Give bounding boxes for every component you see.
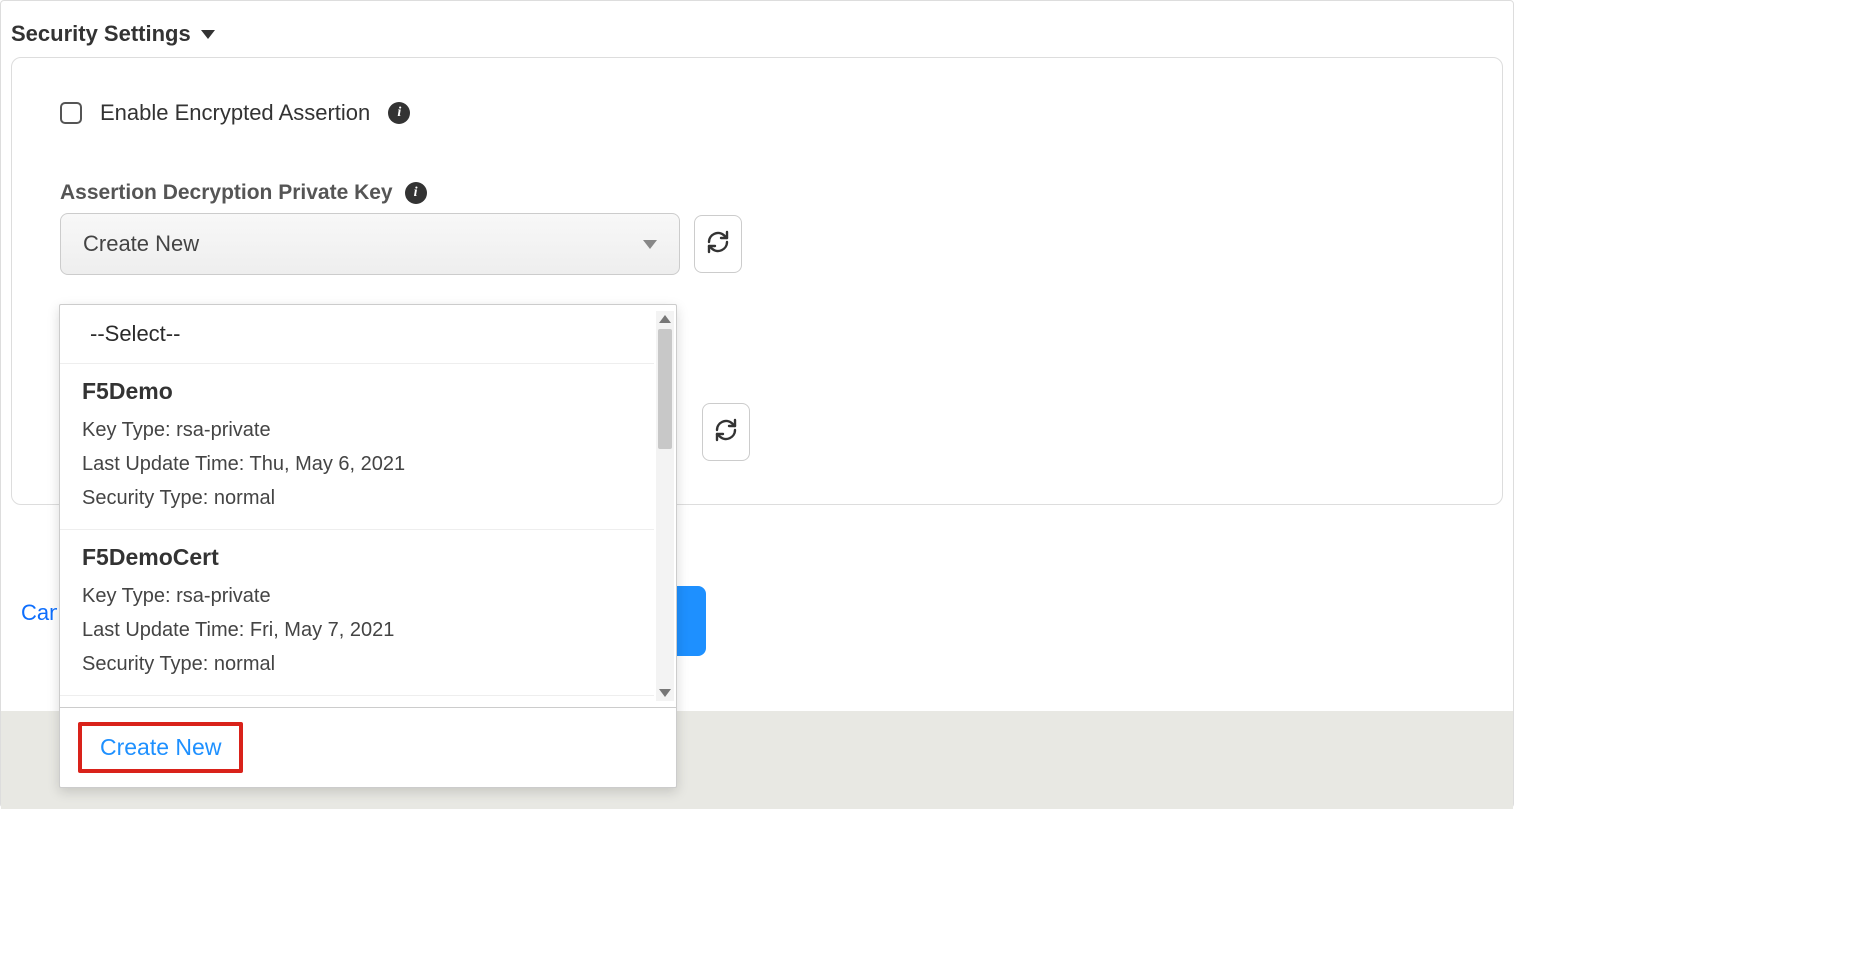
- create-new-option[interactable]: Create New: [78, 722, 243, 773]
- enable-encrypted-checkbox[interactable]: [60, 102, 82, 124]
- dropdown-placeholder[interactable]: --Select--: [60, 305, 654, 364]
- option-name: F5Demo: [82, 378, 632, 405]
- dropdown-option-cutoff[interactable]: — — — — — —: [60, 696, 654, 707]
- scroll-up-icon[interactable]: [659, 315, 671, 323]
- security-settings-header[interactable]: Security Settings: [1, 1, 1513, 57]
- section-title: Security Settings: [11, 21, 191, 47]
- refresh-button-2[interactable]: [702, 403, 750, 461]
- decryption-key-select[interactable]: Create New: [60, 213, 680, 275]
- enable-encrypted-row: Enable Encrypted Assertion: [60, 100, 1454, 126]
- caret-down-icon: [201, 30, 215, 39]
- decryption-key-row: Create New: [60, 213, 1454, 275]
- decryption-key-label: Assertion Decryption Private Key: [60, 181, 393, 205]
- scroll-down-icon[interactable]: [659, 689, 671, 697]
- refresh-icon: [714, 418, 738, 447]
- chevron-down-icon: [643, 240, 657, 249]
- security-settings-container: Security Settings Enable Encrypted Asser…: [0, 0, 1514, 808]
- scrollbar[interactable]: [656, 311, 674, 701]
- option-meta: Key Type: rsa-private Last Update Time: …: [82, 413, 632, 515]
- dropdown-footer: Create New: [60, 707, 676, 787]
- scroll-thumb[interactable]: [658, 329, 672, 449]
- decryption-key-label-row: Assertion Decryption Private Key: [60, 181, 1454, 205]
- refresh-button[interactable]: [694, 215, 742, 273]
- dropdown-scroll-area: --Select-- F5Demo Key Type: rsa-private …: [60, 305, 676, 707]
- refresh-icon: [706, 230, 730, 259]
- cancel-link[interactable]: Cancel: [21, 600, 57, 626]
- select-value: Create New: [83, 231, 199, 257]
- enable-encrypted-label: Enable Encrypted Assertion: [100, 100, 370, 126]
- option-meta: Key Type: rsa-private Last Update Time: …: [82, 579, 632, 681]
- option-name: F5DemoCert: [82, 544, 632, 571]
- info-icon[interactable]: [388, 102, 410, 124]
- info-icon[interactable]: [405, 182, 427, 204]
- decryption-key-dropdown: --Select-- F5Demo Key Type: rsa-private …: [59, 304, 677, 788]
- dropdown-option[interactable]: F5DemoCert Key Type: rsa-private Last Up…: [60, 530, 654, 696]
- dropdown-option[interactable]: F5Demo Key Type: rsa-private Last Update…: [60, 364, 654, 530]
